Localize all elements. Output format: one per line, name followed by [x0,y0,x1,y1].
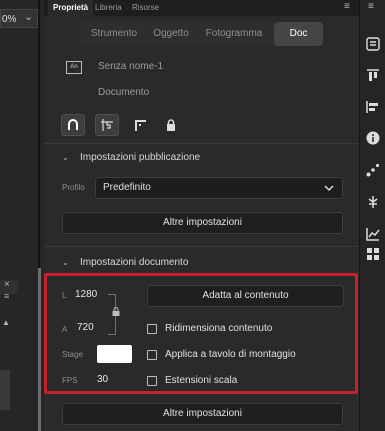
properties-mode-switch: Strumento Oggetto Fotogramma Doc [80,22,323,46]
chevron-down-icon[interactable]: ⌄ [24,10,33,23]
ruler-guides-icon [101,119,113,131]
document-more-settings-button[interactable]: Altre impostazioni [62,403,343,425]
properties-panel: Proprietà Libreria Risorse ≡ Strumento O… [44,0,359,431]
grid-icon[interactable] [365,246,381,262]
scrollbar[interactable] [38,268,41,431]
menu-icon[interactable]: ≡ [4,291,9,301]
motion-path-icon[interactable] [365,162,381,178]
checkbox-scale-extensions-label[interactable]: Estensioni scala [165,375,237,386]
fps-label: FPS [62,376,78,385]
caret-up-icon[interactable]: ▲ [2,318,10,327]
panel-tab-bar: Proprietà Libreria Risorse ≡ [44,0,359,16]
right-toolbar: ≡ [359,0,385,431]
stage-color-swatch[interactable] [97,345,132,363]
divider [44,246,359,247]
width-value[interactable]: 1280 [75,289,97,300]
publish-settings-title[interactable]: Impostazioni pubblicazione [80,152,200,163]
toolbar-menu-icon[interactable]: ≡ [368,1,374,12]
info-icon[interactable] [365,130,381,146]
chevron-down-icon [324,185,334,192]
stage-label: Stage [62,350,83,359]
width-label: L [62,291,67,300]
checkbox-apply-pasteboard-label[interactable]: Applica a tavolo di montaggio [165,349,296,360]
section-collapse-icon[interactable]: ⌄ [62,153,69,162]
profile-select[interactable]: Predefinito [95,177,343,199]
properties-icon[interactable] [365,36,381,52]
checkbox-apply-pasteboard[interactable] [147,350,157,360]
publish-more-settings-button[interactable]: Altre impostazioni [62,212,343,234]
checkbox-resize-content[interactable] [147,324,157,334]
guides-button[interactable] [95,114,119,136]
fps-value[interactable]: 30 [97,374,108,385]
chain-link-icon[interactable] [112,307,120,316]
snap-magnet-button[interactable] [61,114,85,136]
align-top-icon[interactable] [365,68,381,84]
fit-to-content-button[interactable]: Adatta al contenuto [147,285,344,307]
segment-doc[interactable]: Doc [274,22,323,46]
close-icon[interactable]: × [4,279,10,290]
segment-object[interactable]: Oggetto [146,22,196,46]
lock-icon [167,119,175,131]
tab-properties[interactable]: Proprietà [48,0,94,16]
animate-document-icon: An [66,61,82,74]
document-type: Documento [98,87,150,98]
components-icon[interactable] [365,194,381,210]
section-collapse-icon[interactable]: ⌄ [62,258,69,267]
magnet-icon [68,119,78,130]
collapsed-field [0,370,10,410]
panel-menu-icon[interactable]: ≡ [344,1,350,12]
left-panel-strip: 0% ⌄ × ≡ ▲ [0,0,44,431]
height-label: A [62,325,68,334]
profile-value: Predefinito [103,182,151,193]
height-value[interactable]: 720 [77,322,94,333]
chart-icon[interactable] [365,226,381,242]
document-settings-title[interactable]: Impostazioni documento [80,257,188,268]
checkbox-resize-content-label[interactable]: Ridimensiona contenuto [165,323,272,334]
document-name: Senza nome-1 [98,61,164,72]
segment-tool[interactable]: Strumento [84,22,144,46]
corner-grid-icon [135,120,146,131]
divider [44,143,359,144]
checkbox-scale-extensions[interactable] [147,376,157,386]
lock-button[interactable] [159,114,183,136]
tab-assets[interactable]: Risorse [127,0,164,16]
segment-frame[interactable]: Fotogramma [198,22,270,46]
grid-button[interactable] [128,114,152,136]
align-left-icon[interactable] [365,99,381,115]
tab-library[interactable]: Libreria [90,0,127,16]
profile-label: Profilo [62,183,85,192]
